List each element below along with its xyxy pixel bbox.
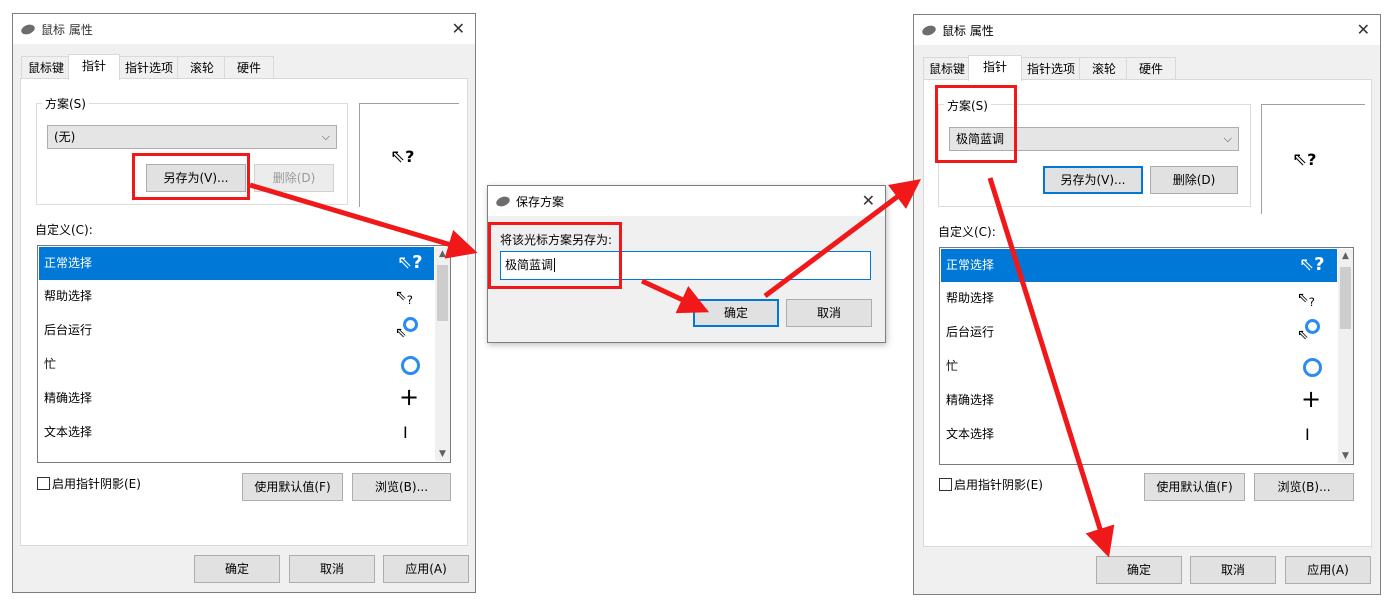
arrow-to-right-scheme [763,179,921,298]
tab-pointers[interactable]: 指针 [68,54,120,80]
arrow-to-ok [640,278,710,314]
tab-pointers[interactable]: 指针 [968,55,1022,81]
arrow-to-right-ok [987,177,1115,558]
annotation-arrows [249,177,1115,558]
arrow-to-dialog [249,182,478,259]
